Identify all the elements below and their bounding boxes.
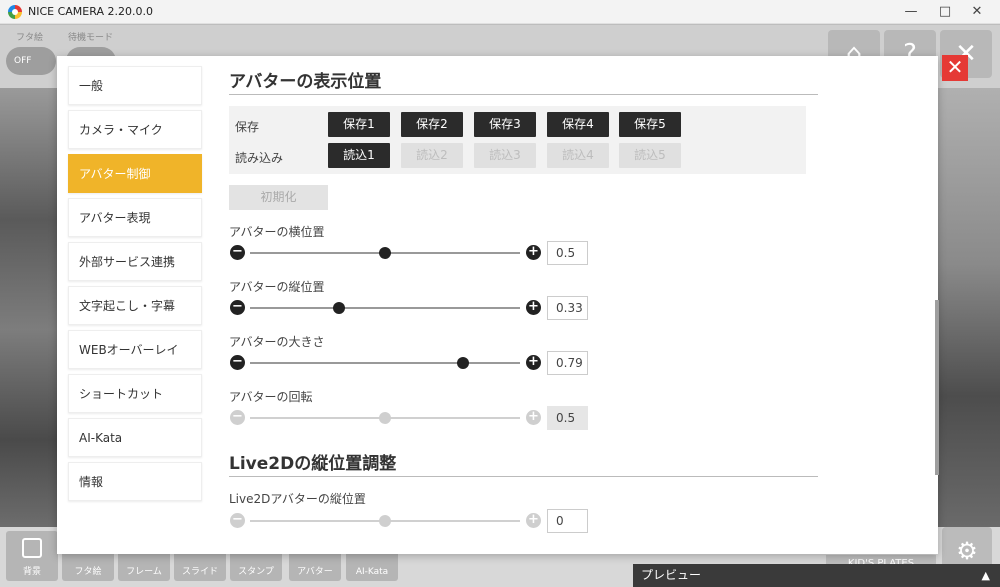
save-slot-1-button[interactable]: 保存1	[328, 112, 390, 137]
futae-toggle-state: OFF	[14, 56, 32, 66]
tool-background[interactable]: 背景	[6, 531, 58, 581]
load-slot-1-button[interactable]: 読込1	[328, 143, 390, 168]
gear-icon: ⚙	[956, 537, 978, 565]
slider-track[interactable]	[250, 357, 520, 369]
app-logo-icon	[8, 5, 22, 19]
increase-icon: +	[526, 513, 541, 528]
sidebar-item-info[interactable]: 情報	[68, 462, 202, 501]
slider-track	[250, 515, 520, 527]
tool-label: 背景	[22, 567, 41, 577]
avatar-size-value[interactable]: 0.79	[547, 351, 588, 375]
tool-label: フレーム	[126, 567, 162, 577]
reset-button: 初期化	[229, 185, 328, 210]
tool-label: スライド	[181, 567, 218, 577]
preview-label: プレビュー	[641, 568, 702, 582]
section-divider	[229, 476, 818, 477]
decrease-icon[interactable]: −	[230, 245, 245, 260]
save-slot-3-button[interactable]: 保存3	[474, 112, 536, 137]
increase-icon[interactable]: +	[526, 300, 541, 315]
slider-knob	[379, 412, 391, 424]
sidebar-item-avatar-control[interactable]: アバター制御	[68, 154, 202, 193]
maximize-button[interactable]: □	[930, 2, 960, 22]
decrease-icon[interactable]: −	[230, 300, 245, 315]
vertical-position-value[interactable]: 0.33	[547, 296, 588, 320]
window-titlebar: NICE CAMERA 2.20.0.0 — □ ✕	[0, 0, 1000, 24]
save-slot-2-button[interactable]: 保存2	[401, 112, 463, 137]
live2d-vertical-label: Live2Dアバターの縦位置	[229, 492, 366, 506]
window-title: NICE CAMERA 2.20.0.0	[28, 5, 153, 18]
load-slot-2-button: 読込2	[401, 143, 463, 168]
vertical-position-slider: − + 0.33	[229, 296, 589, 320]
load-slot-5-button: 読込5	[619, 143, 681, 168]
sidebar-item-general[interactable]: 一般	[68, 66, 202, 105]
slider-knob[interactable]	[333, 302, 346, 314]
sidebar-item-camera-mic[interactable]: カメラ・マイク	[68, 110, 202, 149]
sidebar-item-ai-kata[interactable]: AI-Kata	[68, 418, 202, 457]
avatar-rotation-slider: − + 0.5	[229, 406, 589, 430]
chevron-up-icon: ▲	[981, 569, 990, 582]
slider-knob[interactable]	[379, 247, 391, 259]
vertical-position-label: アバターの縦位置	[229, 280, 325, 294]
decrease-icon: −	[230, 513, 245, 528]
horizontal-position-label: アバターの横位置	[229, 225, 325, 239]
save-slot-5-button[interactable]: 保存5	[619, 112, 681, 137]
avatar-size-label: アバターの大きさ	[229, 335, 325, 349]
decrease-icon[interactable]: −	[230, 355, 245, 370]
sidebar-item-web-overlay[interactable]: WEBオーバーレイ	[68, 330, 202, 369]
tool-label: フタ絵	[74, 567, 102, 577]
camera-preview-right	[938, 88, 1000, 528]
load-slot-4-button: 読込4	[547, 143, 609, 168]
slider-track[interactable]	[250, 247, 520, 259]
dialog-close-button[interactable]: ✕	[942, 55, 968, 81]
camera-preview-left	[0, 88, 60, 528]
increase-icon[interactable]: +	[526, 355, 541, 370]
dialog-scrollbar[interactable]	[935, 300, 939, 475]
avatar-rotation-label: アバターの回転	[229, 390, 313, 404]
sidebar-item-avatar-expression[interactable]: アバター表現	[68, 198, 202, 237]
load-slot-3-button: 読込3	[474, 143, 536, 168]
increase-icon[interactable]: +	[526, 245, 541, 260]
slider-knob[interactable]	[457, 357, 470, 369]
sidebar-item-transcription[interactable]: 文字起こし・字幕	[68, 286, 202, 325]
save-row-label: 保存	[235, 120, 260, 134]
tool-label: AI-Kata	[355, 567, 389, 577]
tool-label: スタンプ	[238, 567, 274, 577]
minimize-button[interactable]: —	[896, 2, 926, 22]
horizontal-position-value[interactable]: 0.5	[547, 241, 588, 265]
sidebar-item-shortcuts[interactable]: ショートカット	[68, 374, 202, 413]
tool-label: アバター	[297, 567, 333, 577]
sidebar-item-external-services[interactable]: 外部サービス連携	[68, 242, 202, 281]
image-icon	[22, 538, 42, 558]
live2d-vertical-value[interactable]: 0	[547, 509, 588, 533]
section-divider	[229, 94, 818, 95]
standby-toggle-label: 待機モード	[68, 33, 114, 43]
live2d-vertical-slider: − + 0	[229, 509, 589, 533]
slider-knob	[379, 515, 391, 527]
preview-bar[interactable]: プレビュー ▲	[633, 564, 1000, 587]
close-icon: ✕	[946, 55, 964, 79]
futae-toggle-label: フタ絵	[16, 33, 44, 43]
avatar-rotation-value: 0.5	[547, 406, 588, 430]
slider-track[interactable]	[250, 302, 520, 314]
horizontal-position-slider: − + 0.5	[229, 241, 589, 265]
section-title-avatar-position: アバターの表示位置	[229, 72, 382, 92]
close-window-button[interactable]: ✕	[962, 2, 992, 22]
decrease-icon: −	[230, 410, 245, 425]
section-title-live2d: Live2Dの縦位置調整	[229, 454, 397, 474]
slider-track	[250, 412, 520, 424]
increase-icon: +	[526, 410, 541, 425]
preset-slots-panel: 保存 読み込み 保存1 保存2 保存3 保存4 保存5 読込1 読込2 読込3 …	[229, 106, 806, 174]
avatar-size-slider: − + 0.79	[229, 351, 589, 375]
futae-toggle[interactable]: OFF	[6, 47, 56, 75]
save-slot-4-button[interactable]: 保存4	[547, 112, 609, 137]
load-row-label: 読み込み	[235, 151, 284, 165]
